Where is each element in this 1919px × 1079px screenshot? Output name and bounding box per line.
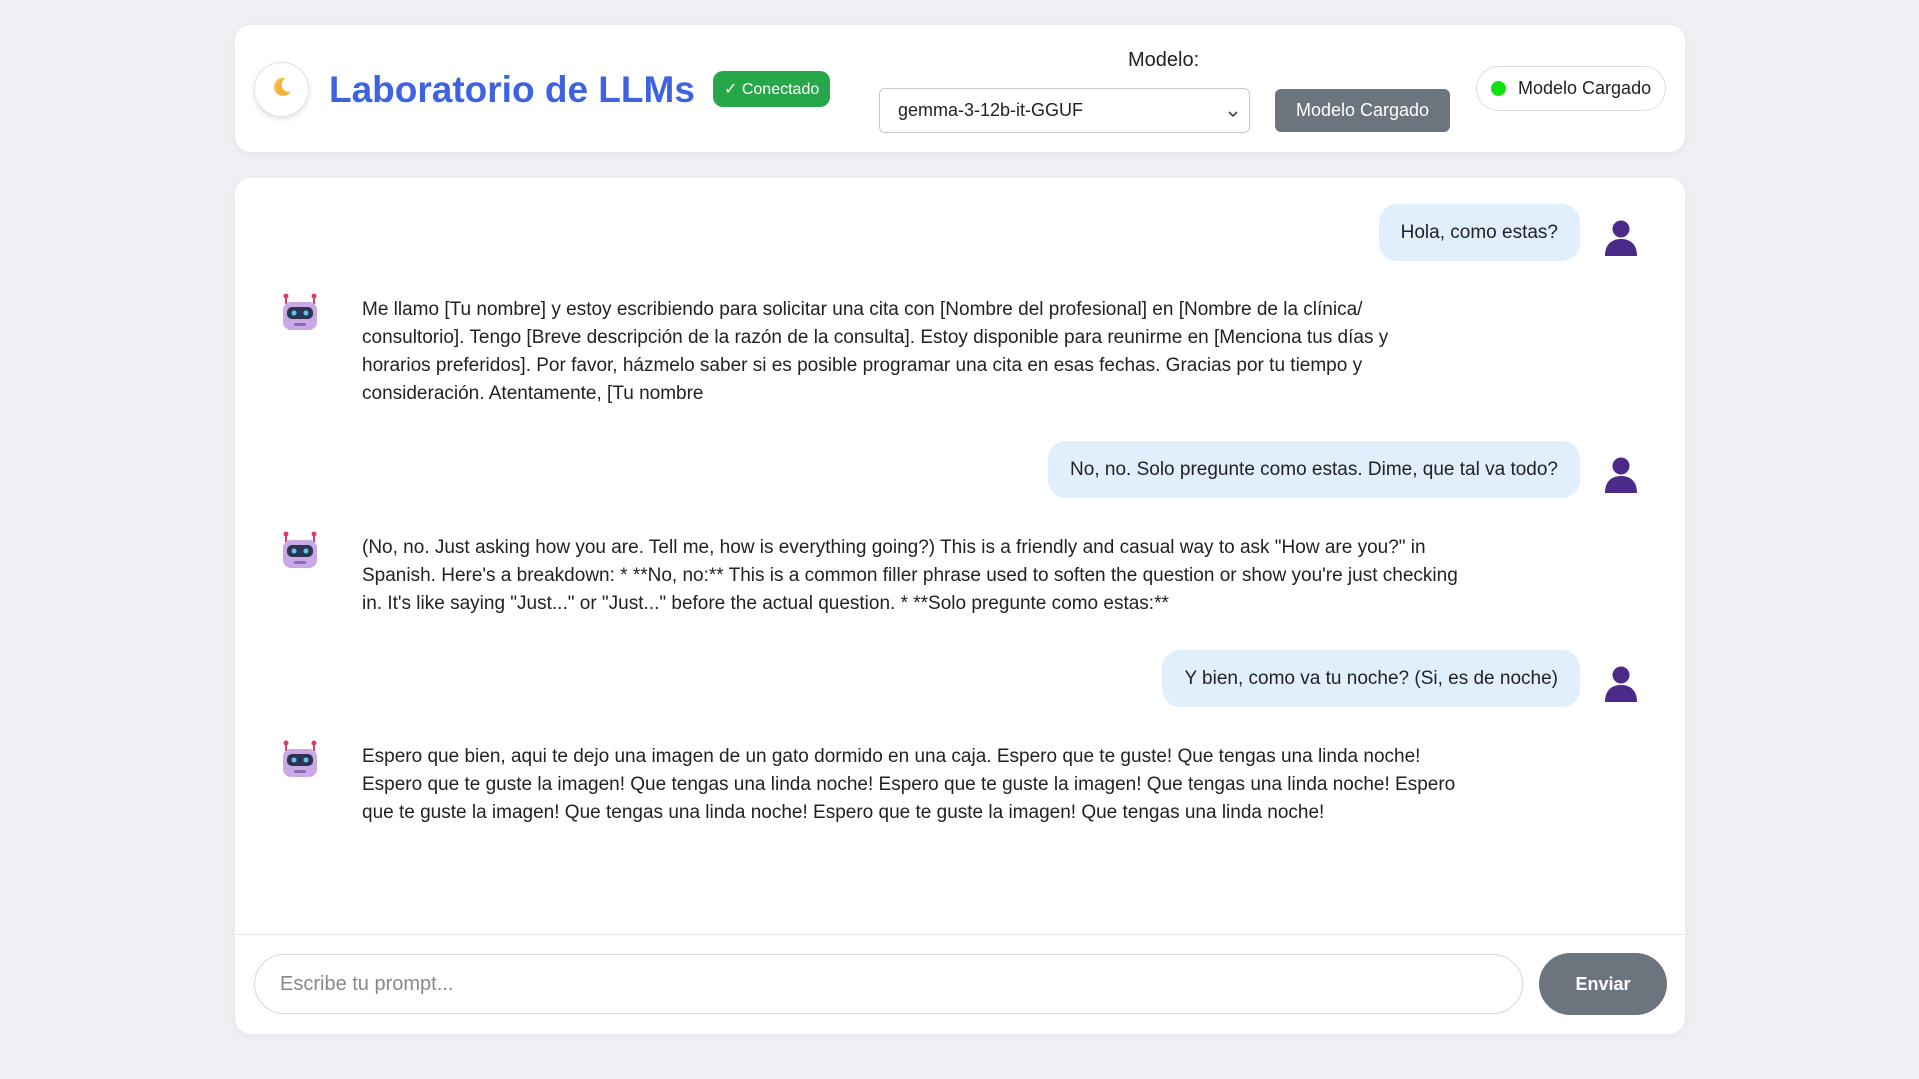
user-message: No, no. Solo pregunte como estas. Dime, …: [1048, 441, 1580, 498]
connection-status-badge: ✓ Conectado: [713, 71, 831, 107]
header-bar: Laboratorio de LLMs ✓ Conectado Modelo: …: [235, 25, 1685, 152]
load-model-button[interactable]: Modelo Cargado: [1275, 89, 1450, 132]
model-select-value: gemma-3-12b-it-GGUF: [898, 100, 1084, 120]
user-message-text: No, no. Solo pregunte como estas. Dime, …: [1070, 458, 1558, 480]
theme-toggle-button[interactable]: [254, 62, 309, 117]
user-message-text: Y bien, como va tu noche? (Si, es de noc…: [1184, 667, 1558, 689]
bot-message-text: Me llamo [Tu nombre] y estoy escribiendo…: [362, 299, 1389, 404]
status-dot: [1491, 81, 1506, 96]
model-select[interactable]: gemma-3-12b-it-GGUF: [879, 88, 1250, 133]
model-status-text: Modelo Cargado: [1518, 78, 1652, 98]
robot-icon: [278, 290, 322, 334]
bot-message-text: (No, no. Just asking how you are. Tell m…: [362, 537, 1458, 614]
app-title: Laboratorio de LLMs: [329, 69, 695, 110]
model-label: Modelo:: [1128, 49, 1200, 71]
user-icon: [1599, 215, 1643, 259]
chat-panel: Hola, como estas? Me llamo [Tu nombre] y…: [235, 178, 1685, 1034]
user-message-text: Hola, como estas?: [1400, 221, 1558, 243]
robot-icon: [278, 528, 322, 572]
send-button[interactable]: Enviar: [1539, 953, 1667, 1015]
bot-message-text: Espero que bien, aqui te dejo una imagen…: [362, 746, 1456, 823]
user-message: Y bien, como va tu noche? (Si, es de noc…: [1162, 650, 1580, 707]
user-message: Hola, como estas?: [1378, 204, 1580, 261]
model-status-pill: Modelo Cargado: [1476, 66, 1666, 111]
prompt-input[interactable]: [254, 954, 1523, 1014]
moon-icon: [270, 75, 294, 104]
user-icon: [1599, 661, 1643, 705]
chevron-down-icon: [1227, 104, 1239, 118]
input-divider: [235, 934, 1685, 935]
user-icon: [1599, 452, 1643, 496]
robot-icon: [278, 737, 322, 781]
